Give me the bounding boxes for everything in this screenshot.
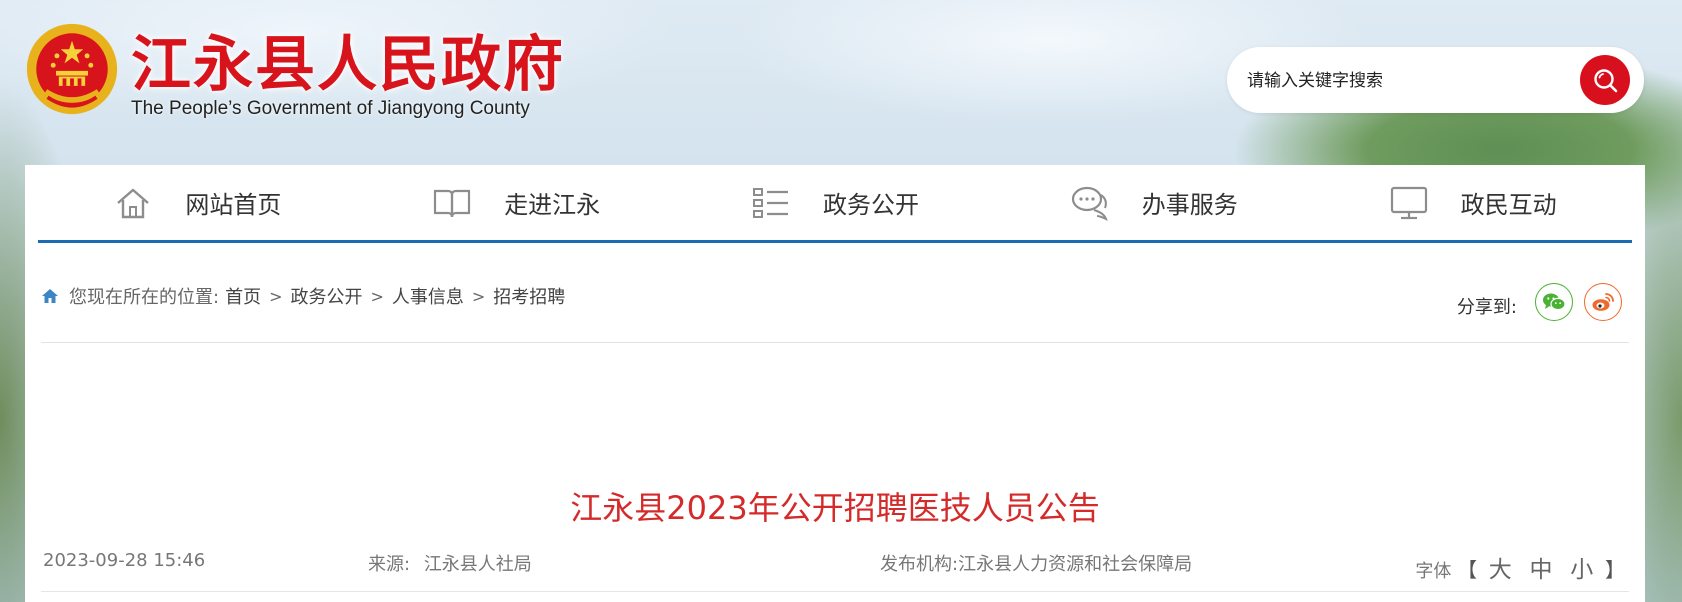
breadcrumb-separator: > — [269, 286, 283, 306]
org-label: 发布机构: — [880, 554, 959, 575]
breadcrumb-separator: > — [471, 286, 486, 306]
chat-icon — [1071, 186, 1108, 221]
site-title: 江永县人民政府 — [131, 30, 565, 100]
share-wechat-button[interactable] — [1535, 283, 1573, 321]
nav-label: 网站首页 — [185, 191, 282, 219]
nav-item-about[interactable]: 走进江永 — [357, 165, 676, 240]
article-source: 来源: 江永县人社局 — [368, 550, 532, 576]
book-icon — [434, 189, 471, 217]
search-box — [1227, 47, 1644, 113]
share-bar: 分享到: — [1457, 283, 1622, 321]
wechat-icon — [1543, 293, 1566, 311]
nav-label: 办事服务 — [1141, 191, 1238, 219]
monitor-icon — [1390, 186, 1427, 219]
source-value: 江永县人社局 — [423, 554, 532, 575]
nav-label: 政务公开 — [822, 191, 919, 219]
breadcrumb-item-gov-affairs[interactable]: 政务公开 — [290, 283, 362, 309]
divider — [41, 591, 1629, 592]
weibo-icon — [1592, 293, 1614, 311]
breadcrumb-item-personnel[interactable]: 人事信息 — [392, 283, 464, 309]
national-emblem-icon — [26, 23, 118, 115]
font-label: 字体 — [1415, 561, 1452, 582]
bracket-open: 【 — [1457, 558, 1478, 582]
divider — [41, 342, 1629, 343]
search-button[interactable] — [1580, 55, 1630, 105]
publish-date: 2023-09-28 15:46 — [43, 550, 206, 571]
nav-item-home[interactable]: 网站首页 — [38, 165, 357, 240]
bracket-close: 】 — [1605, 558, 1625, 582]
content-panel: 网站首页 走进江永 政务公开 办事服务 政民互动 您现在所在的位置: 首页 > … — [25, 165, 1645, 602]
nav-label: 走进江永 — [504, 191, 601, 219]
breadcrumb-item-recruitment[interactable]: 招考招聘 — [493, 283, 565, 309]
org-value: 江永县人力资源和社会保障局 — [958, 554, 1193, 575]
home-icon — [42, 289, 58, 303]
breadcrumb-prefix: 您现在所在的位置: — [69, 287, 220, 308]
font-size-medium[interactable]: 中 — [1530, 557, 1553, 583]
publishing-org: 发布机构:江永县人力资源和社会保障局 — [880, 550, 1192, 576]
site-subtitle: The People’s Government of Jiangyong Cou… — [131, 98, 530, 119]
font-size-small[interactable]: 小 — [1570, 557, 1593, 583]
nav-item-interaction[interactable]: 政民互动 — [1313, 165, 1632, 240]
nav-item-gov-affairs[interactable]: 政务公开 — [676, 165, 995, 240]
search-icon — [1594, 69, 1618, 93]
search-input[interactable] — [1245, 65, 1549, 97]
font-size-control: 字体 【 大 中 小 】 — [1415, 550, 1625, 584]
nav-item-services[interactable]: 办事服务 — [994, 165, 1313, 240]
share-weibo-button[interactable] — [1584, 283, 1622, 321]
breadcrumb-separator: > — [370, 286, 384, 306]
site-logo[interactable]: 江永县人民政府 The People’s Government of Jiang… — [25, 22, 565, 122]
list-icon — [752, 187, 788, 218]
share-label: 分享到: — [1456, 297, 1517, 318]
main-nav: 网站首页 走进江永 政务公开 办事服务 政民互动 — [38, 165, 1632, 243]
nav-label: 政民互动 — [1460, 191, 1557, 219]
breadcrumb: 您现在所在的位置: 首页 > 政务公开 > 人事信息 > 招考招聘 — [41, 283, 565, 309]
breadcrumb-item-home[interactable]: 首页 — [225, 283, 261, 309]
font-size-large[interactable]: 大 — [1489, 557, 1512, 583]
source-label: 来源: — [368, 554, 411, 575]
article-title: 江永县2023年公开招聘医技人员公告 — [570, 489, 1100, 527]
home-icon — [117, 188, 150, 218]
